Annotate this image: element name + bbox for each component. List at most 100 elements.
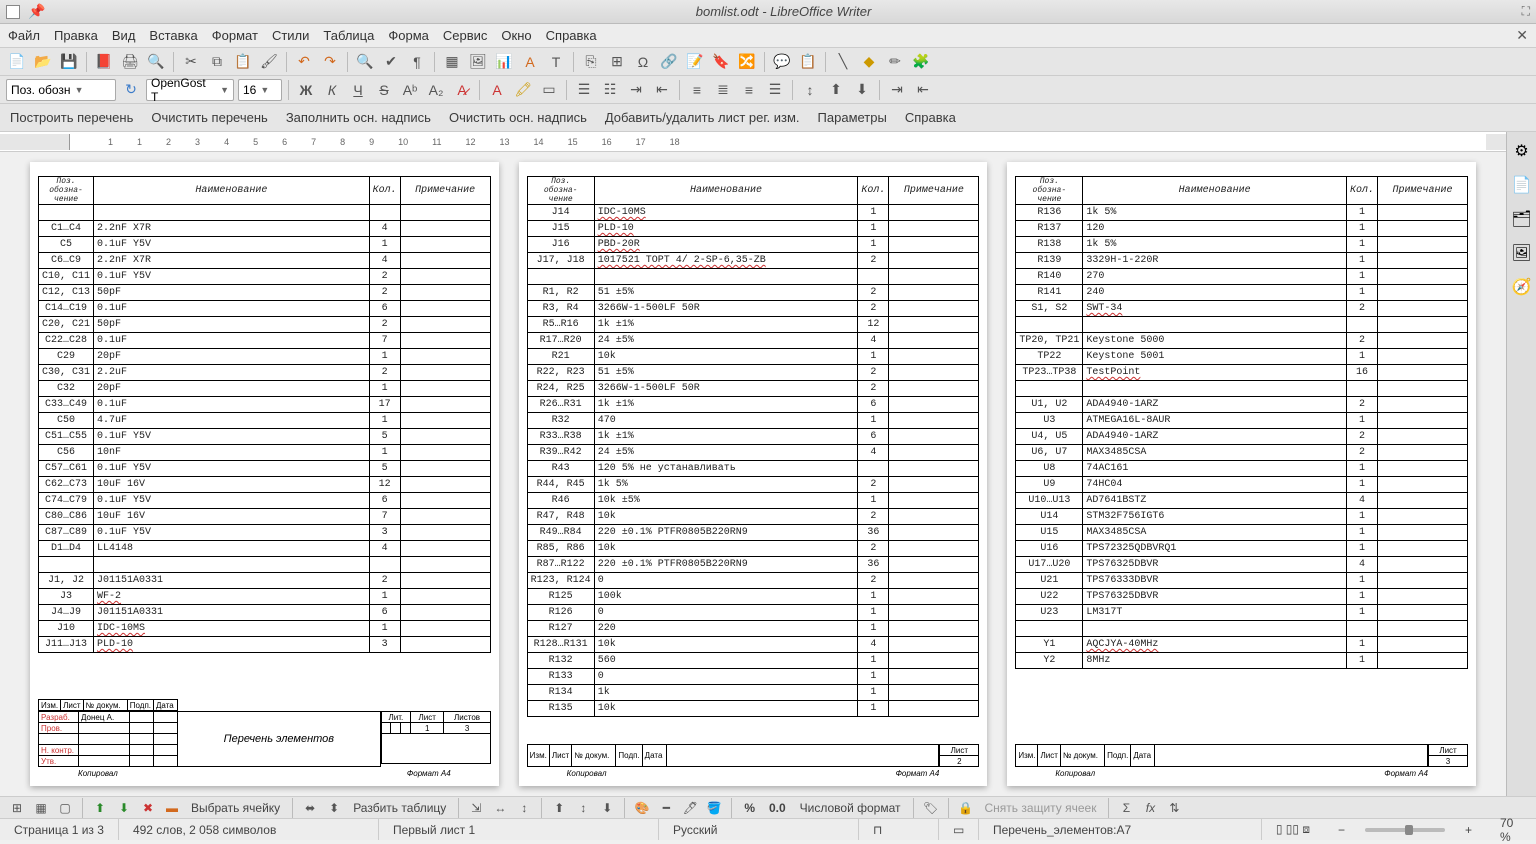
- caption-icon[interactable]: 🏷: [922, 799, 940, 817]
- page-1[interactable]: Поз.обозна-чениеНаименованиеКол.Примечан…: [30, 162, 499, 786]
- hyperlink-icon[interactable]: 🔗: [658, 51, 680, 73]
- update-style-icon[interactable]: ↻: [120, 79, 142, 101]
- menu-file[interactable]: Файл: [8, 28, 40, 43]
- italic-icon[interactable]: К: [321, 79, 343, 101]
- nonprinting-icon[interactable]: ¶: [406, 51, 428, 73]
- line-spacing-icon[interactable]: ↕: [799, 79, 821, 101]
- sidebar-gallery-icon[interactable]: 🖼: [1511, 242, 1533, 264]
- align-middle-icon[interactable]: ↕: [574, 799, 592, 817]
- ruler-horizontal[interactable]: 1123456789101112131415161718: [0, 132, 1506, 152]
- print-preview-icon[interactable]: 🔍: [145, 51, 167, 73]
- doc-close-icon[interactable]: ✕: [1516, 27, 1528, 44]
- save-icon[interactable]: 💾: [58, 51, 80, 73]
- split-cells-icon[interactable]: ⬍: [325, 799, 343, 817]
- textbox-icon[interactable]: T: [545, 51, 567, 73]
- menu-view[interactable]: Вид: [112, 28, 136, 43]
- textbox-char-icon[interactable]: A: [519, 51, 541, 73]
- status-sel-icon[interactable]: ▭: [939, 819, 979, 840]
- paragraph-style-dropdown[interactable]: Поз. обозн▼: [6, 79, 116, 101]
- align-right-icon[interactable]: ≡: [738, 79, 760, 101]
- align-bottom-icon[interactable]: ⬇: [598, 799, 616, 817]
- para-spacing-dec-icon[interactable]: ⬇: [851, 79, 873, 101]
- spellcheck-icon[interactable]: ✔: [380, 51, 402, 73]
- page-break-icon[interactable]: ⎘: [580, 51, 602, 73]
- insert-row-below-icon[interactable]: ⬇: [115, 799, 133, 817]
- view-layout[interactable]: ▯ ▯▯ ⧈: [1262, 819, 1324, 840]
- clear-format-icon[interactable]: A̷: [451, 79, 473, 101]
- autoformat-icon[interactable]: 🎨: [633, 799, 651, 817]
- fill-titleblock-button[interactable]: Заполнить осн. надпись: [286, 110, 431, 125]
- extension-icon[interactable]: 🧩: [910, 51, 932, 73]
- basic-shapes-icon[interactable]: ◆: [858, 51, 880, 73]
- sort-icon[interactable]: ⇅: [1165, 799, 1183, 817]
- bom-table-1[interactable]: Поз.обозна-чениеНаименованиеКол.Примечан…: [38, 176, 491, 653]
- bold-icon[interactable]: Ж: [295, 79, 317, 101]
- menu-edit[interactable]: Правка: [54, 28, 98, 43]
- status-words[interactable]: 492 слов, 2 058 символов: [119, 819, 379, 840]
- menu-styles[interactable]: Стили: [272, 28, 309, 43]
- highlight-icon[interactable]: 🖍: [512, 79, 534, 101]
- chart-icon[interactable]: 📊: [493, 51, 515, 73]
- pin-icon[interactable]: 📌: [28, 3, 45, 20]
- export-pdf-icon[interactable]: 📕: [93, 51, 115, 73]
- copy-icon[interactable]: ⧉: [206, 51, 228, 73]
- sidebar-navigator-icon[interactable]: 🧭: [1511, 276, 1533, 298]
- menu-form[interactable]: Форма: [388, 28, 429, 43]
- status-cellref[interactable]: Перечень_элементов:A7: [979, 819, 1262, 840]
- paste-icon[interactable]: 📋: [232, 51, 254, 73]
- zoom-slider[interactable]: [1365, 828, 1445, 832]
- merge-cells-icon[interactable]: ⬌: [301, 799, 319, 817]
- insert-row-above-icon[interactable]: ⬆: [91, 799, 109, 817]
- status-page[interactable]: Страница 1 из 3: [0, 819, 119, 840]
- font-size-dropdown[interactable]: 16▼: [238, 79, 282, 101]
- clone-format-icon[interactable]: 🖌: [258, 51, 280, 73]
- draw-func-icon[interactable]: ✏: [884, 51, 906, 73]
- menu-help[interactable]: Справка: [546, 28, 597, 43]
- align-center-icon[interactable]: ≣: [712, 79, 734, 101]
- para-spacing-inc-icon[interactable]: ⬆: [825, 79, 847, 101]
- cross-ref-icon[interactable]: 🔀: [736, 51, 758, 73]
- print-icon[interactable]: 🖨: [119, 51, 141, 73]
- border-style-icon[interactable]: ━: [657, 799, 675, 817]
- sidebar-properties-icon[interactable]: ⚙: [1511, 140, 1533, 162]
- clear-list-button[interactable]: Очистить перечень: [151, 110, 267, 125]
- bullet-list-icon[interactable]: ☰: [573, 79, 595, 101]
- page-3[interactable]: Поз.обозна-чениеНаименованиеКол.Примечан…: [1007, 162, 1476, 786]
- table-border-icon[interactable]: ⊞: [8, 799, 26, 817]
- cut-icon[interactable]: ✂: [180, 51, 202, 73]
- table-icon[interactable]: ▦: [441, 51, 463, 73]
- field-icon[interactable]: ⊞: [606, 51, 628, 73]
- status-pagestyle[interactable]: Первый лист 1: [379, 819, 659, 840]
- line-icon[interactable]: ╲: [832, 51, 854, 73]
- open-icon[interactable]: 📂: [32, 51, 54, 73]
- new-icon[interactable]: 📄: [6, 51, 28, 73]
- indent-dec-icon[interactable]: ⇤: [912, 79, 934, 101]
- track-changes-icon[interactable]: 📋: [797, 51, 819, 73]
- underline-icon[interactable]: Ч: [347, 79, 369, 101]
- status-insert[interactable]: ⊓: [859, 819, 939, 840]
- split-table-label[interactable]: Разбить таблицу: [353, 801, 446, 815]
- redo-icon[interactable]: ↷: [319, 51, 341, 73]
- menu-tools[interactable]: Сервис: [443, 28, 488, 43]
- col-width-icon[interactable]: ↔: [491, 799, 509, 817]
- protect-cells-icon[interactable]: 🔒: [957, 799, 975, 817]
- zero-label[interactable]: 0.0: [769, 801, 786, 815]
- num-format-label[interactable]: Числовой формат: [800, 801, 901, 815]
- table-grid-icon[interactable]: ▦: [32, 799, 50, 817]
- comment-icon[interactable]: 💬: [771, 51, 793, 73]
- menu-format[interactable]: Формат: [212, 28, 258, 43]
- menu-table[interactable]: Таблица: [323, 28, 374, 43]
- zoom-value[interactable]: 70 %: [1486, 819, 1536, 840]
- align-justify-icon[interactable]: ☰: [764, 79, 786, 101]
- undo-icon[interactable]: ↶: [293, 51, 315, 73]
- font-color-icon[interactable]: A: [486, 79, 508, 101]
- delete-row-icon[interactable]: ✖: [139, 799, 157, 817]
- row-height-icon[interactable]: ↕: [515, 799, 533, 817]
- subscript-icon[interactable]: A₂: [425, 79, 447, 101]
- bookmark-icon[interactable]: 🔖: [710, 51, 732, 73]
- help-button[interactable]: Справка: [905, 110, 956, 125]
- find-icon[interactable]: 🔍: [354, 51, 376, 73]
- strikethrough-icon[interactable]: S: [373, 79, 395, 101]
- window-restore-icon[interactable]: [6, 5, 20, 19]
- table-row-icon[interactable]: ▬: [163, 799, 181, 817]
